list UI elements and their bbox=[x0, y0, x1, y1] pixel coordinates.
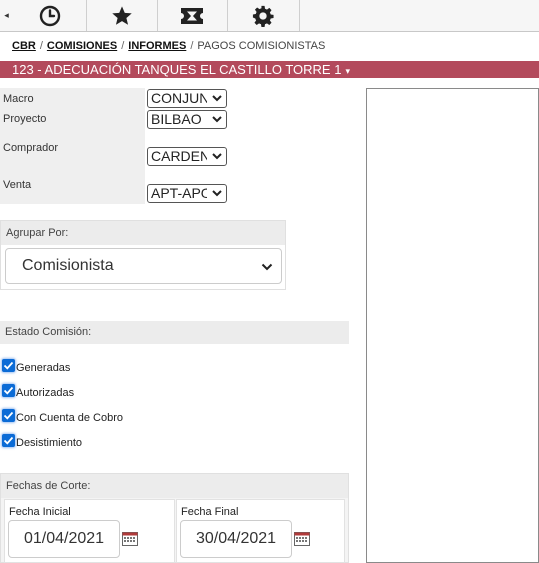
end-date-label: Fecha Final bbox=[181, 506, 239, 518]
group-by-select[interactable]: Comisionista bbox=[5, 248, 282, 284]
status-heading: Estado Comisión: bbox=[0, 321, 349, 344]
macro-select-value: CONJUNTO bbox=[151, 90, 207, 106]
check-icon bbox=[3, 386, 14, 395]
comprador-select[interactable]: CARDENAS bbox=[147, 147, 227, 166]
venta-select-value: APT-APO bbox=[151, 185, 207, 201]
history-button[interactable] bbox=[14, 0, 87, 31]
chevron-down-icon bbox=[212, 190, 222, 197]
chevron-down-icon bbox=[212, 153, 222, 160]
chevron-down-icon bbox=[212, 116, 222, 123]
proyecto-select[interactable]: BILBAO bbox=[147, 110, 227, 129]
clock-icon bbox=[39, 5, 61, 26]
breadcrumb-separator: / bbox=[39, 40, 43, 52]
proyecto-select-value: BILBAO bbox=[151, 111, 202, 127]
end-date-input[interactable]: 30/04/2021 bbox=[180, 520, 292, 558]
check-icon bbox=[3, 436, 14, 445]
proyecto-label: Proyecto bbox=[3, 113, 47, 125]
start-date-input[interactable]: 01/04/2021 bbox=[8, 520, 120, 558]
project-title: 123 - ADECUACIÓN TANQUES EL CASTILLO TOR… bbox=[12, 62, 342, 77]
breadcrumb-separator: / bbox=[121, 40, 125, 52]
breadcrumb-cbr[interactable]: CBR bbox=[12, 40, 36, 52]
collapse-arrow-icon[interactable]: ◂ bbox=[0, 0, 13, 31]
start-date-label: Fecha Inicial bbox=[9, 506, 71, 518]
caret-down-icon: ▾ bbox=[345, 66, 350, 76]
breadcrumb-separator: / bbox=[190, 40, 194, 52]
venta-label: Venta bbox=[3, 179, 32, 191]
macro-select[interactable]: CONJUNTO bbox=[147, 89, 227, 108]
checkbox-label: Generadas bbox=[16, 362, 71, 374]
project-selector[interactable]: 123 - ADECUACIÓN TANQUES EL CASTILLO TOR… bbox=[0, 61, 539, 78]
macro-label: Macro bbox=[3, 93, 34, 105]
group-by-value: Comisionista bbox=[22, 257, 114, 274]
checkbox-autorizadas[interactable] bbox=[2, 384, 15, 397]
chevron-down-icon bbox=[261, 263, 273, 271]
checkbox-desistimiento[interactable] bbox=[2, 434, 15, 447]
checkbox-label: Con Cuenta de Cobro bbox=[16, 412, 124, 424]
breadcrumb-comisiones[interactable]: COMISIONES bbox=[47, 40, 117, 52]
check-icon bbox=[3, 361, 14, 370]
gear-icon bbox=[252, 5, 274, 27]
checkbox-cuenta-cobro[interactable] bbox=[2, 409, 15, 422]
ticket-icon bbox=[181, 7, 203, 24]
breadcrumb: CBR / COMISIONES / INFORMES / PAGOS COMISIONIS… bbox=[12, 40, 325, 52]
checkbox-label: Autorizadas bbox=[16, 387, 75, 399]
checkbox-label: Desistimiento bbox=[16, 437, 83, 449]
chevron-down-icon bbox=[212, 95, 222, 102]
report-preview-panel bbox=[366, 88, 539, 563]
star-icon bbox=[111, 5, 132, 25]
breadcrumb-current: PAGOS COMISIONISTAS bbox=[197, 40, 326, 52]
tickets-button[interactable] bbox=[157, 0, 228, 31]
comprador-select-value: CARDENAS bbox=[151, 148, 207, 164]
settings-button[interactable] bbox=[227, 0, 300, 31]
venta-select[interactable]: APT-APO bbox=[147, 184, 227, 203]
cutoff-dates-heading: Fechas de Corte: bbox=[1, 474, 348, 498]
top-toolbar: ◂ bbox=[0, 0, 539, 32]
checkbox-generadas[interactable] bbox=[2, 359, 15, 372]
calendar-icon[interactable] bbox=[294, 531, 310, 546]
filter-labels-panel: Macro Proyecto Comprador Venta bbox=[0, 88, 145, 204]
favorites-button[interactable] bbox=[86, 0, 158, 31]
comprador-label: Comprador bbox=[3, 142, 59, 154]
check-icon bbox=[3, 411, 14, 420]
calendar-icon[interactable] bbox=[122, 531, 138, 546]
group-by-heading: Agrupar Por: bbox=[1, 221, 285, 245]
breadcrumb-informes[interactable]: INFORMES bbox=[128, 40, 186, 52]
